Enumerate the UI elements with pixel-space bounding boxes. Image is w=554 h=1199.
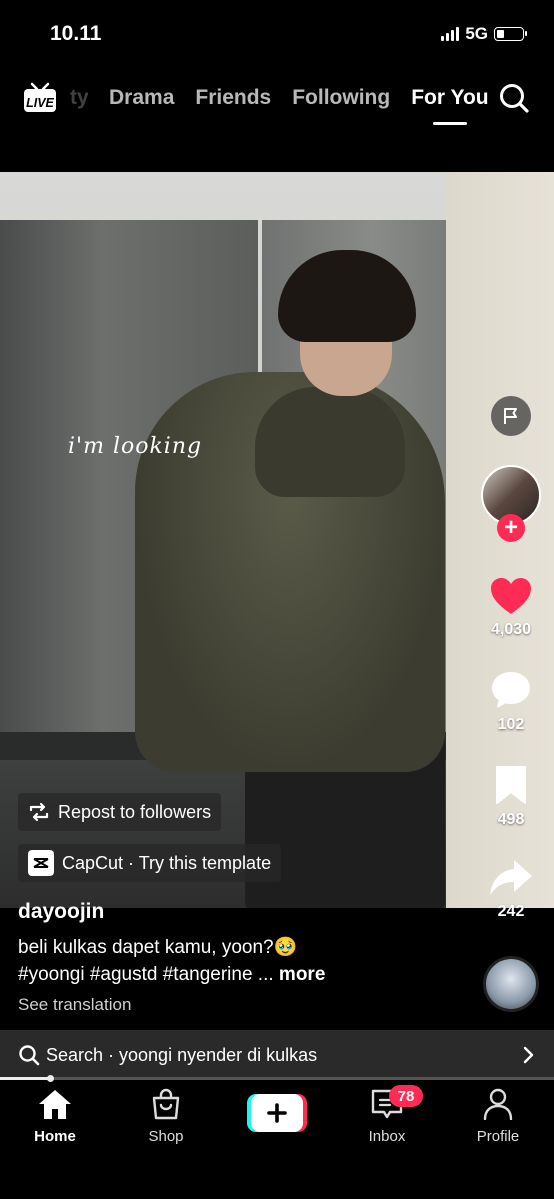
playback-progress-fill	[0, 1077, 50, 1080]
capcut-chip[interactable]: CapCut · Try this template	[18, 844, 282, 882]
capcut-icon	[28, 850, 54, 876]
nav-profile[interactable]: Profile	[453, 1088, 543, 1145]
live-icon[interactable]: LIVE	[22, 82, 58, 114]
report-flag-button[interactable]	[491, 396, 531, 436]
tab-for-you[interactable]: For You	[411, 86, 489, 125]
tab-partial[interactable]: ty	[70, 86, 88, 110]
create-plus-button[interactable]	[247, 1094, 307, 1132]
nav-shop[interactable]: Shop	[121, 1088, 211, 1145]
profile-icon	[483, 1088, 513, 1120]
tab-friends[interactable]: Friends	[195, 86, 271, 110]
caption-text: beli kulkas dapet kamu, yoon?🥹	[18, 937, 298, 958]
search-icon[interactable]	[498, 82, 530, 114]
status-icons: 5G	[441, 24, 527, 44]
shopping-bag-icon	[152, 1088, 180, 1120]
home-icon	[39, 1090, 71, 1119]
person-hoodie	[255, 387, 405, 497]
comment-icon	[492, 672, 530, 708]
save-count: 498	[497, 811, 525, 828]
caption-more-link[interactable]: more	[279, 964, 325, 985]
nav-shop-label: Shop	[148, 1128, 184, 1145]
heart-icon	[491, 578, 531, 614]
tab-drama[interactable]: Drama	[109, 86, 174, 110]
share-arrow-icon	[490, 860, 532, 895]
related-search-text: Search · yoongi nyender di kulkas	[46, 1044, 318, 1065]
playback-progress-bar[interactable]	[0, 1077, 554, 1080]
related-search-bar[interactable]: Search · yoongi nyender di kulkas	[0, 1030, 554, 1080]
svg-text:LIVE: LIVE	[26, 96, 54, 110]
music-disc[interactable]	[483, 956, 539, 1012]
chevron-right-icon	[523, 1046, 534, 1064]
flag-icon	[504, 408, 517, 424]
network-label: 5G	[465, 24, 488, 43]
see-translation-link[interactable]: See translation	[18, 995, 131, 1015]
feed-tabs: ty Drama Friends Following For You	[70, 86, 489, 125]
nav-profile-label: Profile	[476, 1128, 520, 1145]
repost-icon	[29, 802, 49, 822]
like-button[interactable]: 4,030	[480, 576, 542, 639]
creator-username[interactable]: dayoojin	[18, 900, 104, 924]
repost-label: Repost to followers	[58, 801, 212, 822]
nav-home[interactable]: Home	[10, 1088, 100, 1145]
playback-scrubber[interactable]	[47, 1075, 54, 1082]
search-icon	[19, 1045, 40, 1066]
like-count: 4,030	[490, 621, 532, 638]
comment-button[interactable]: 102	[480, 669, 542, 734]
save-button[interactable]: 498	[480, 764, 542, 829]
bookmark-icon	[496, 766, 526, 804]
nav-inbox-label: Inbox	[368, 1128, 406, 1145]
status-time: 10.11	[50, 22, 102, 45]
inbox-badge: 78	[389, 1085, 423, 1107]
nav-home-label: Home	[34, 1128, 76, 1145]
signal-icon	[441, 27, 460, 41]
share-button[interactable]: 242	[480, 856, 542, 921]
comment-count: 102	[497, 716, 525, 733]
video-caption[interactable]: beli kulkas dapet kamu, yoon?🥹 #yoongi #…	[18, 934, 438, 988]
caption-hashtags[interactable]: #yoongi #agustd #tangerine ...	[18, 964, 274, 985]
tab-following[interactable]: Following	[292, 86, 390, 110]
video-overlay-text: i'm looking	[68, 434, 203, 459]
repost-chip[interactable]: Repost to followers	[18, 793, 222, 831]
share-count: 242	[497, 903, 525, 920]
capcut-label: CapCut · Try this template	[62, 852, 272, 873]
follow-plus-button[interactable]: +	[497, 514, 525, 542]
battery-icon	[494, 27, 527, 41]
